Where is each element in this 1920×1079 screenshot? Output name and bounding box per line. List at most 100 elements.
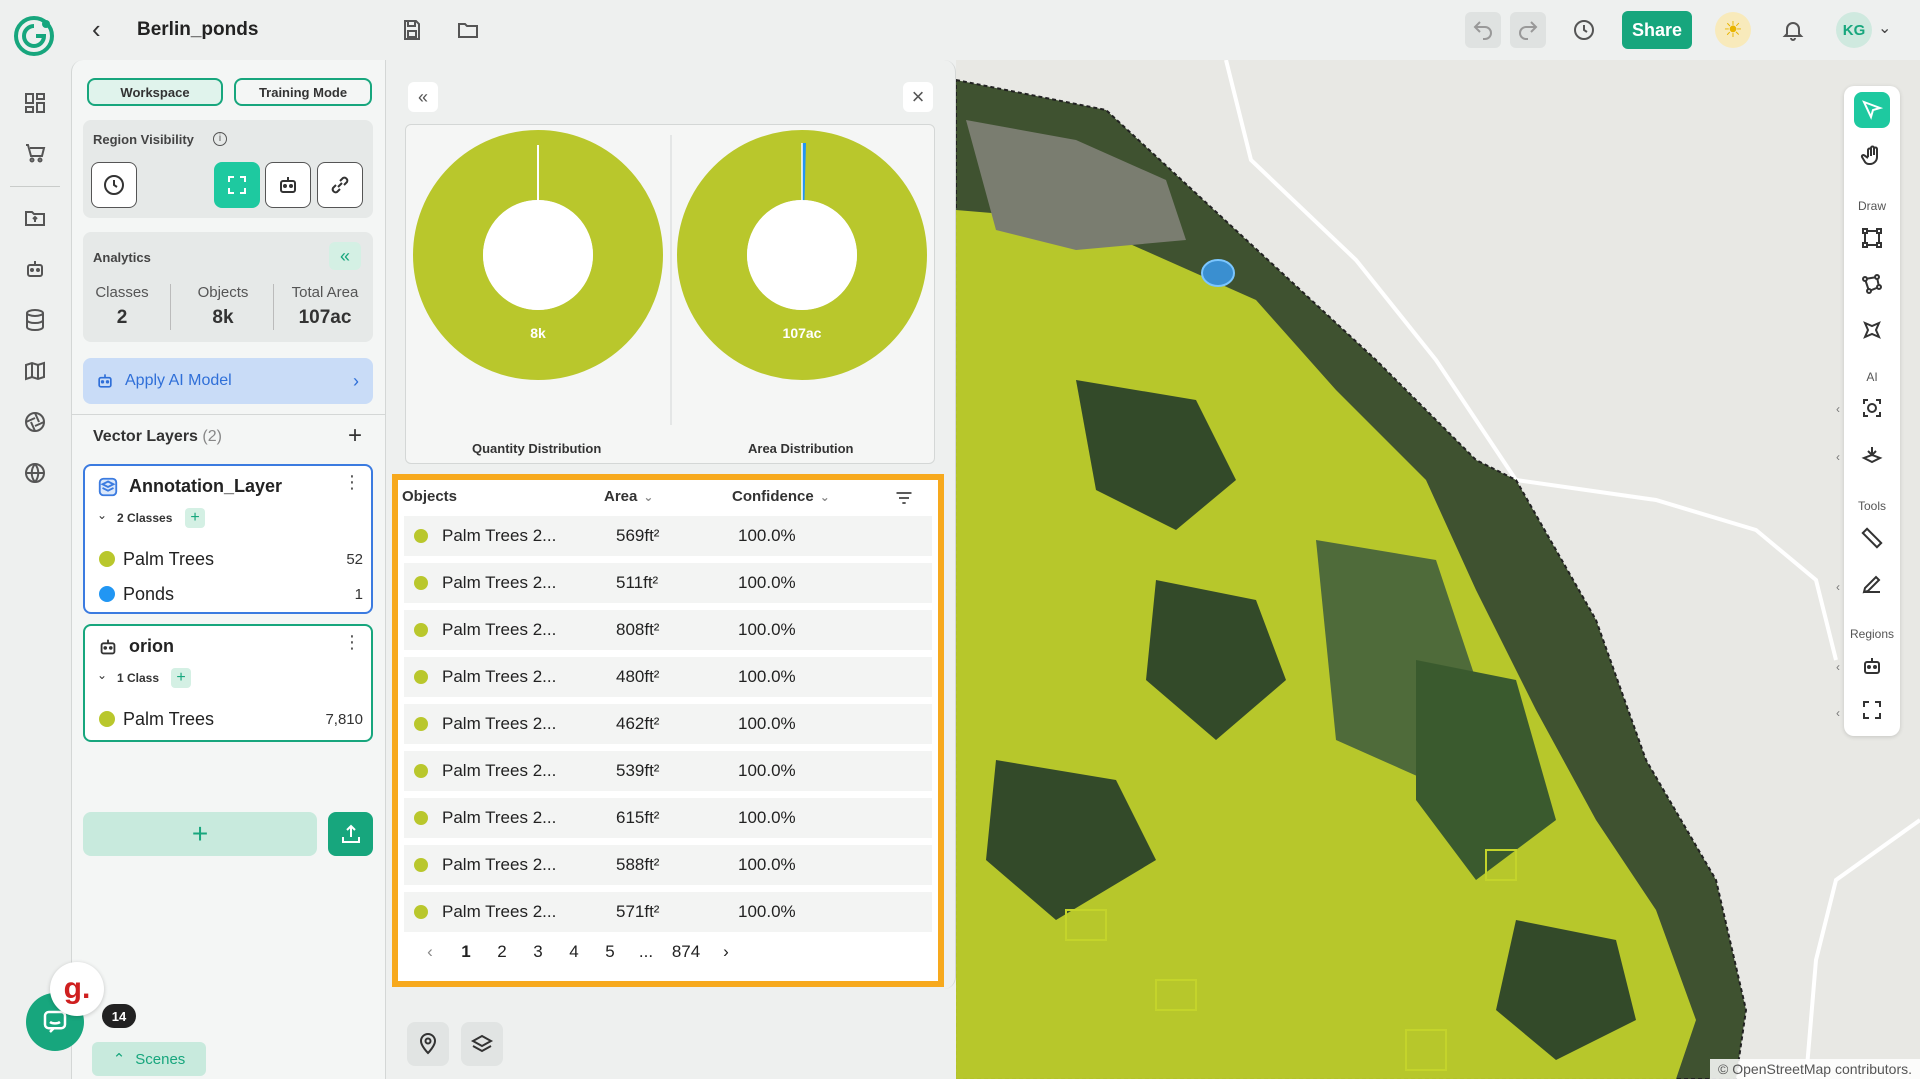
page-1[interactable]: 1 — [448, 942, 484, 962]
layer-card-orion[interactable]: orion ⋮ ⌄ 1 Class + Palm Trees 7,810 — [83, 624, 373, 742]
layer-menu-icon[interactable]: ⋮ — [343, 473, 361, 491]
scenes-button[interactable]: ⌃ Scenes — [92, 1042, 206, 1076]
layers-icon — [470, 1034, 494, 1053]
area-donut-hole — [747, 200, 857, 310]
table-row[interactable]: Palm Trees 2... 539ft² 100.0% — [404, 751, 932, 791]
g-badge[interactable]: g. — [50, 962, 104, 1016]
page-2[interactable]: 2 — [484, 942, 520, 962]
apply-ai-model-button[interactable]: Apply AI Model › — [83, 358, 373, 404]
chevron-left-icon[interactable]: ‹ — [1836, 450, 1840, 464]
region-fullscreen-icon[interactable] — [1854, 692, 1890, 728]
layer-card-annotation[interactable]: Annotation_Layer ⋮ ⌄ 2 Classes + Palm Tr… — [83, 464, 373, 614]
back-button[interactable]: ‹ — [92, 16, 116, 44]
share-button[interactable]: Share — [1622, 11, 1692, 49]
chevron-down-icon[interactable]: ⌄ — [97, 668, 107, 682]
link-visibility-button[interactable] — [317, 162, 363, 208]
class-row[interactable]: Ponds 1 — [99, 581, 363, 607]
layer-name: Annotation_Layer — [129, 476, 283, 496]
table-row[interactable]: Palm Trees 2... 615ft² 100.0% — [404, 798, 932, 838]
page-3[interactable]: 3 — [520, 942, 556, 962]
redo-button[interactable] — [1510, 12, 1546, 48]
folder-upload-icon[interactable] — [20, 203, 50, 233]
map-canvas[interactable]: © OpenStreetMap contributors. — [956, 60, 1920, 1079]
add-vector-layer-button[interactable]: + — [348, 422, 362, 450]
layer-classes-label: 2 Classes — [117, 511, 173, 525]
draw-multi-polygon-icon[interactable] — [1854, 312, 1890, 348]
location-pin-icon — [419, 1033, 437, 1055]
table-row[interactable]: Palm Trees 2... 511ft² 100.0% — [404, 563, 932, 603]
chevron-down-icon[interactable]: ⌄ — [97, 508, 107, 522]
chevron-left-icon[interactable]: ‹ — [1836, 660, 1840, 674]
filter-icon[interactable] — [894, 488, 914, 508]
close-panel-button[interactable]: × — [903, 82, 933, 112]
app-logo-icon[interactable] — [12, 14, 56, 58]
dashboard-grid-icon[interactable] — [20, 88, 50, 118]
chevron-left-icon[interactable]: ‹ — [1836, 402, 1840, 416]
aperture-icon[interactable] — [20, 407, 50, 437]
ai-detect-icon[interactable] — [1854, 390, 1890, 426]
robot-visibility-button[interactable] — [265, 162, 311, 208]
next-page-button[interactable]: › — [708, 942, 744, 962]
layers-button[interactable] — [461, 1022, 503, 1066]
cart-icon[interactable] — [20, 138, 50, 168]
fullscreen-visibility-button[interactable] — [214, 162, 260, 208]
ruler-icon[interactable] — [1854, 520, 1890, 556]
regions-section-label: Regions — [1849, 627, 1895, 641]
undo-button[interactable] — [1465, 12, 1501, 48]
chevron-left-icon[interactable]: ‹ — [1836, 706, 1840, 720]
add-class-button[interactable]: + — [185, 508, 205, 528]
page-5[interactable]: 5 — [592, 942, 628, 962]
theme-sun-icon[interactable]: ☀ — [1715, 12, 1751, 48]
globe-icon[interactable] — [20, 458, 50, 488]
robot-icon[interactable] — [20, 254, 50, 284]
training-mode-button[interactable]: Training Mode — [234, 78, 372, 106]
objects-column-header[interactable]: Objects — [402, 488, 457, 505]
class-color-dot — [99, 586, 115, 602]
page-ellipsis[interactable]: ... — [628, 942, 664, 962]
clock-visibility-button[interactable] — [91, 162, 137, 208]
chevron-down-icon[interactable]: ⌄ — [1878, 18, 1891, 38]
draw-rectangle-icon[interactable] — [1854, 220, 1890, 256]
table-row[interactable]: Palm Trees 2... 571ft² 100.0% — [404, 892, 932, 932]
user-avatar[interactable]: KG — [1836, 12, 1872, 48]
table-row[interactable]: Palm Trees 2... 588ft² 100.0% — [404, 845, 932, 885]
map-icon[interactable] — [20, 356, 50, 386]
notification-bell-icon[interactable] — [1777, 14, 1809, 46]
area-column-header[interactable]: Area ⌄ — [604, 488, 653, 505]
prev-page-button[interactable]: ‹ — [412, 942, 448, 962]
page-874[interactable]: 874 — [664, 942, 708, 962]
add-class-button[interactable]: + — [171, 668, 191, 688]
scenes-label: Scenes — [135, 1050, 186, 1068]
add-layer-button[interactable]: + — [83, 812, 317, 856]
chevron-left-icon[interactable]: ‹ — [1836, 580, 1840, 594]
classes-stat: Classes 2 — [95, 284, 149, 328]
layer-name: orion — [129, 636, 174, 656]
database-icon[interactable] — [20, 305, 50, 335]
robot-icon — [100, 639, 116, 655]
draw-polygon-icon[interactable] — [1854, 266, 1890, 302]
pan-hand-icon[interactable] — [1854, 138, 1890, 174]
select-pointer-icon[interactable] — [1854, 92, 1890, 128]
table-row[interactable]: Palm Trees 2... 808ft² 100.0% — [404, 610, 932, 650]
class-row[interactable]: Palm Trees 52 — [99, 546, 363, 572]
upload-button[interactable] — [328, 812, 373, 856]
location-pin-button[interactable] — [407, 1022, 449, 1066]
confidence-column-header[interactable]: Confidence ⌄ — [732, 488, 830, 505]
collapse-panel-button[interactable]: « — [408, 82, 438, 112]
top-bar: ‹ Berlin_ponds Share ☀ KG ⌄ — [0, 0, 1920, 60]
history-icon[interactable] — [1568, 14, 1600, 46]
folder-icon[interactable] — [452, 14, 484, 46]
page-4[interactable]: 4 — [556, 942, 592, 962]
pencil-icon[interactable] — [1854, 566, 1890, 602]
collapse-analytics-button[interactable]: « — [329, 242, 361, 270]
save-icon[interactable] — [396, 14, 428, 46]
workspace-button[interactable]: Workspace — [87, 78, 223, 106]
ai-segment-icon[interactable] — [1854, 438, 1890, 474]
region-robot-icon[interactable] — [1854, 648, 1890, 684]
class-row[interactable]: Palm Trees 7,810 — [99, 706, 363, 732]
layer-menu-icon[interactable]: ⋮ — [343, 633, 361, 651]
info-icon[interactable]: i — [213, 132, 227, 146]
table-row[interactable]: Palm Trees 2... 569ft² 100.0% — [404, 516, 932, 556]
table-row[interactable]: Palm Trees 2... 462ft² 100.0% — [404, 704, 932, 744]
table-row[interactable]: Palm Trees 2... 480ft² 100.0% — [404, 657, 932, 697]
